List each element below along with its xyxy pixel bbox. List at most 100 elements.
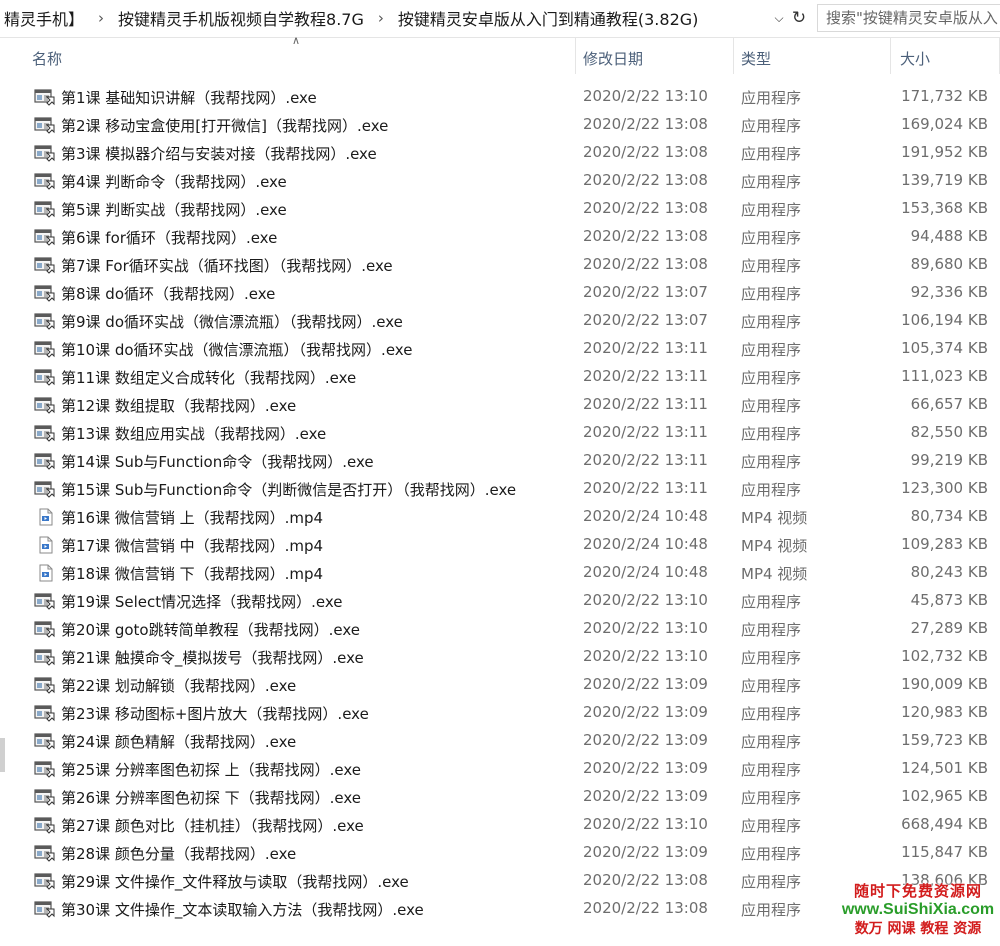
file-row[interactable]: 第24课 颜色精解（我帮找网）.exe 2020/2/22 13:09 应用程序 15…: [0, 727, 1000, 755]
file-name: 第4课 判断命令（我帮找网）.exe: [61, 173, 287, 191]
file-row[interactable]: 第1课 基础知识讲解（我帮找网）.exe 2020/2/22 13:10 应用程序 1…: [0, 83, 1000, 111]
exe-file-icon: [34, 396, 56, 414]
file-row[interactable]: 第13课 数组应用实战（我帮找网）.exe 2020/2/22 13:11 应用程序…: [0, 419, 1000, 447]
exe-file-icon: [34, 704, 56, 722]
file-row[interactable]: 第28课 颜色分量（我帮找网）.exe 2020/2/22 13:09 应用程序 11…: [0, 839, 1000, 867]
exe-file-icon: [34, 116, 56, 134]
watermark-line3: 数万 网课 教程 资源: [854, 921, 982, 937]
column-divider[interactable]: [733, 38, 734, 74]
file-date: 2020/2/22 13:07: [583, 283, 708, 301]
file-name: 第19课 Select情况选择（我帮找网）.exe: [61, 593, 343, 611]
file-date: 2020/2/22 13:09: [583, 703, 708, 721]
file-row[interactable]: 第22课 划动解锁（我帮找网）.exe 2020/2/22 13:09 应用程序 19…: [0, 671, 1000, 699]
file-name: 第2课 移动宝盒使用[打开微信]（我帮找网）.exe: [61, 117, 389, 135]
file-name: 第17课 微信营销 中（我帮找网）.mp4: [61, 537, 324, 555]
pane-splitter[interactable]: [0, 738, 5, 772]
refresh-icon[interactable]: ↻: [788, 6, 810, 30]
file-type: 应用程序: [741, 341, 802, 359]
file-type: MP4 视频: [741, 509, 808, 527]
file-name: 第27课 颜色对比（挂机挂）（我帮找网）.exe: [61, 817, 364, 835]
file-type: MP4 视频: [741, 565, 808, 583]
file-size: 92,336 KB: [910, 283, 988, 301]
file-row[interactable]: 第10课 do循环实战（微信漂流瓶）（我帮找网）.exe 2020/2/22 13…: [0, 335, 1000, 363]
file-row[interactable]: 第21课 触摸命令_模拟拨号（我帮找网）.exe 2020/2/22 13:10 应…: [0, 643, 1000, 671]
breadcrumb-item[interactable]: 按键精灵手机版视频自学教程8.7G: [114, 6, 368, 30]
file-type: 应用程序: [741, 397, 802, 415]
file-type: 应用程序: [741, 789, 802, 807]
file-size: 89,680 KB: [910, 255, 988, 273]
exe-file-icon: [34, 732, 56, 750]
file-date: 2020/2/22 13:08: [583, 143, 708, 161]
file-row[interactable]: 第19课 Select情况选择（我帮找网）.exe 2020/2/22 13:10…: [0, 587, 1000, 615]
file-row[interactable]: 第6课 for循环（我帮找网）.exe 2020/2/22 13:08 应用程序 94…: [0, 223, 1000, 251]
file-row[interactable]: 第25课 分辨率图色初探 上（我帮找网）.exe 2020/2/22 13:09 应…: [0, 755, 1000, 783]
breadcrumb-separator-icon[interactable]: ›: [368, 9, 394, 27]
file-name: 第7课 For循环实战（循环找图）（我帮找网）.exe: [61, 257, 393, 275]
file-row[interactable]: 第2课 移动宝盒使用[打开微信]（我帮找网）.exe 2020/2/22 13:0…: [0, 111, 1000, 139]
file-date: 2020/2/22 13:08: [583, 199, 708, 217]
exe-file-icon: [34, 424, 56, 442]
exe-file-icon: [34, 676, 56, 694]
file-row[interactable]: 第5课 判断实战（我帮找网）.exe 2020/2/22 13:08 应用程序 153…: [0, 195, 1000, 223]
file-row[interactable]: 第15课 Sub与Function命令（判断微信是否打开）（我帮找网）.exe 2…: [0, 475, 1000, 503]
exe-file-icon: [34, 368, 56, 386]
file-date: 2020/2/22 13:08: [583, 171, 708, 189]
file-type: 应用程序: [741, 313, 802, 331]
file-row[interactable]: 第16课 微信营销 上（我帮找网）.mp4 2020/2/24 10:48 MP4 …: [0, 503, 1000, 531]
column-divider[interactable]: [890, 38, 891, 74]
file-size: 82,550 KB: [910, 423, 988, 441]
file-row[interactable]: 第4课 判断命令（我帮找网）.exe 2020/2/22 13:08 应用程序 139…: [0, 167, 1000, 195]
search-placeholder: 搜索"按键精灵安卓版从入: [826, 9, 998, 27]
file-row[interactable]: 第26课 分辨率图色初探 下（我帮找网）.exe 2020/2/22 13:09 应…: [0, 783, 1000, 811]
file-date: 2020/2/22 13:10: [583, 591, 708, 609]
breadcrumb[interactable]: 精灵手机】 › 按键精灵手机版视频自学教程8.7G › 按键精灵安卓版从入门到精…: [0, 0, 770, 36]
exe-file-icon: [34, 144, 56, 162]
search-input[interactable]: 搜索"按键精灵安卓版从入: [817, 4, 1000, 32]
file-name: 第13课 数组应用实战（我帮找网）.exe: [61, 425, 327, 443]
exe-file-icon: [34, 452, 56, 470]
file-type: 应用程序: [741, 873, 802, 891]
column-header-size[interactable]: 大小: [900, 48, 930, 69]
chevron-down-icon[interactable]: ⌵: [771, 8, 787, 28]
file-date: 2020/2/24 10:48: [583, 563, 708, 581]
file-row[interactable]: 第27课 颜色对比（挂机挂）（我帮找网）.exe 2020/2/22 13:10 应…: [0, 811, 1000, 839]
exe-file-icon: [34, 760, 56, 778]
exe-file-icon: [34, 816, 56, 834]
video-file-icon: [34, 536, 56, 554]
file-date: 2020/2/22 13:11: [583, 367, 708, 385]
file-name: 第26课 分辨率图色初探 下（我帮找网）.exe: [61, 789, 362, 807]
column-divider[interactable]: [575, 38, 576, 74]
file-row[interactable]: 第8课 do循环（我帮找网）.exe 2020/2/22 13:07 应用程序 92,…: [0, 279, 1000, 307]
file-date: 2020/2/22 13:09: [583, 843, 708, 861]
breadcrumb-separator-icon[interactable]: ›: [88, 9, 114, 27]
file-row[interactable]: 第14课 Sub与Function命令（我帮找网）.exe 2020/2/22 1…: [0, 447, 1000, 475]
breadcrumb-item[interactable]: 按键精灵安卓版从入门到精通教程(3.82G): [394, 6, 703, 30]
file-row[interactable]: 第7课 For循环实战（循环找图）（我帮找网）.exe 2020/2/22 13:…: [0, 251, 1000, 279]
column-header-type[interactable]: 类型: [741, 48, 771, 69]
file-type: 应用程序: [741, 761, 802, 779]
column-header-name[interactable]: 名称: [32, 48, 62, 69]
file-size: 111,023 KB: [901, 367, 988, 385]
file-row[interactable]: 第3课 模拟器介绍与安装对接（我帮找网）.exe 2020/2/22 13:08 应…: [0, 139, 1000, 167]
file-row[interactable]: 第17课 微信营销 中（我帮找网）.mp4 2020/2/24 10:48 MP4 …: [0, 531, 1000, 559]
file-row[interactable]: 第12课 数组提取（我帮找网）.exe 2020/2/22 13:11 应用程序 66…: [0, 391, 1000, 419]
file-name: 第29课 文件操作_文件释放与读取（我帮找网）.exe: [61, 873, 409, 891]
file-row[interactable]: 第9课 do循环实战（微信漂流瓶）（我帮找网）.exe 2020/2/22 13:…: [0, 307, 1000, 335]
file-date: 2020/2/22 13:08: [583, 871, 708, 889]
file-row[interactable]: 第23课 移动图标+图片放大（我帮找网）.exe 2020/2/22 13:09 应…: [0, 699, 1000, 727]
file-name: 第1课 基础知识讲解（我帮找网）.exe: [61, 89, 317, 107]
file-size: 66,657 KB: [910, 395, 988, 413]
breadcrumb-item[interactable]: 精灵手机】: [0, 6, 88, 30]
column-header-date[interactable]: 修改日期: [583, 48, 643, 69]
file-row[interactable]: 第18课 微信营销 下（我帮找网）.mp4 2020/2/24 10:48 MP4 …: [0, 559, 1000, 587]
exe-file-icon: [34, 284, 56, 302]
sort-ascending-icon: ∧: [292, 34, 301, 47]
file-name: 第25课 分辨率图色初探 上（我帮找网）.exe: [61, 761, 362, 779]
file-date: 2020/2/22 13:10: [583, 815, 708, 833]
file-row[interactable]: 第20课 goto跳转简单教程（我帮找网）.exe 2020/2/22 13:10…: [0, 615, 1000, 643]
file-size: 106,194 KB: [901, 311, 988, 329]
file-size: 102,732 KB: [901, 647, 988, 665]
file-row[interactable]: 第11课 数组定义合成转化（我帮找网）.exe 2020/2/22 13:11 应用…: [0, 363, 1000, 391]
file-name: 第12课 数组提取（我帮找网）.exe: [61, 397, 297, 415]
exe-file-icon: [34, 340, 56, 358]
